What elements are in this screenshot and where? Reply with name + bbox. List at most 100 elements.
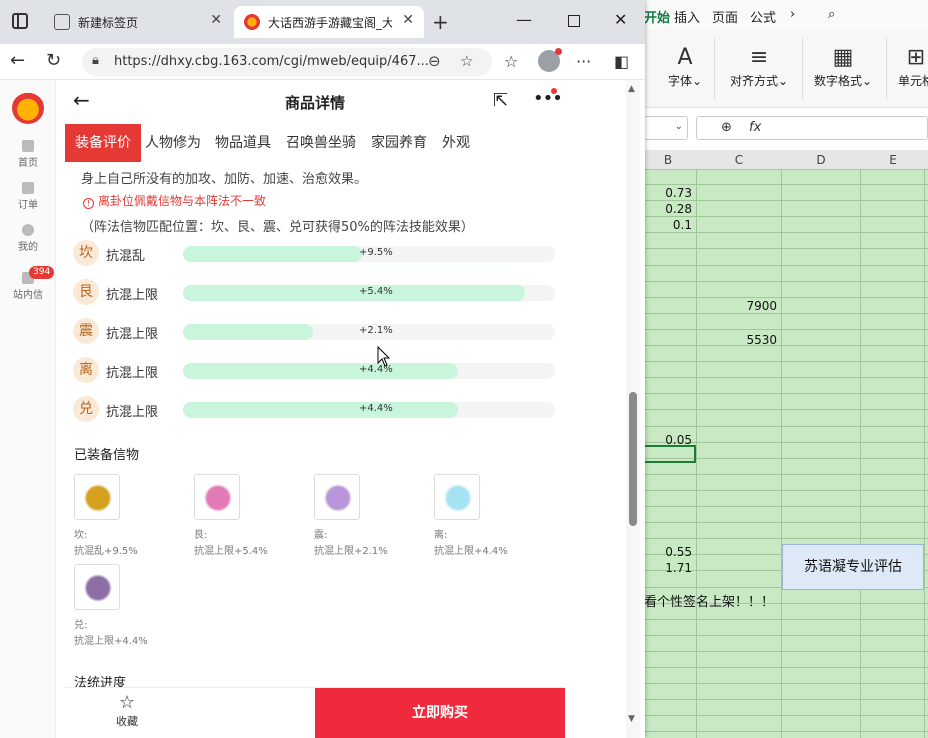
attribute-value: +5.4% (359, 286, 393, 297)
star-icon[interactable]: ☆ (460, 52, 473, 70)
scrollbar-thumb[interactable] (629, 392, 637, 526)
cell-note[interactable]: 看个性签名上架！！！ (644, 591, 774, 610)
more-icon[interactable]: ··· (576, 52, 591, 71)
tab-new-tab[interactable]: 新建标签页 ✕ (44, 6, 232, 38)
window-close-icon[interactable]: ✕ (614, 10, 627, 29)
rail-home[interactable]: 首页 (0, 140, 56, 169)
sidebar-icon[interactable]: ◧ (614, 52, 629, 71)
item-image[interactable] (194, 474, 240, 520)
search-icon[interactable]: ⌕ (828, 7, 835, 22)
scrollbar[interactable]: ▲ ▼ (626, 80, 640, 738)
logo-icon[interactable] (12, 92, 44, 124)
scroll-up-icon[interactable]: ▲ (628, 84, 635, 94)
attribute-name: 抗混上限 (106, 288, 159, 303)
tab-home[interactable]: 家园养育 (371, 124, 427, 162)
close-icon[interactable]: ✕ (402, 12, 414, 28)
font-group[interactable]: A 字体⌄ (668, 44, 702, 89)
tab-title: 新建标签页 (78, 16, 139, 30)
equipped-item[interactable]: 兑: 抗混上限+4.4% (74, 564, 194, 650)
item-image[interactable] (74, 564, 120, 610)
column-header-b[interactable]: B (640, 153, 696, 167)
new-tab-icon[interactable]: + (432, 10, 449, 34)
left-rail: 首页 订单 我的 站内信 394 (0, 80, 56, 738)
attribute-name: 抗混上限 (106, 366, 159, 381)
close-icon[interactable]: ✕ (210, 12, 222, 28)
column-header-e[interactable]: E (861, 153, 925, 167)
page-title: 商品详情 (284, 94, 345, 112)
gridline (640, 522, 928, 523)
favorites-icon[interactable]: ☆ (504, 52, 518, 71)
ribbon-separator (714, 38, 715, 100)
maximize-icon[interactable] (568, 15, 580, 27)
cell-c[interactable]: 7900 (697, 299, 777, 313)
zoom-icon[interactable]: ⊖ (428, 52, 441, 70)
share-icon[interactable]: ⇱ (493, 90, 508, 111)
tab-active[interactable]: 大话西游手游藏宝阁_大话 ✕ (234, 6, 424, 38)
tab-appearance[interactable]: 外观 (442, 124, 470, 162)
column-header-c[interactable]: C (697, 153, 781, 167)
gridline (640, 715, 928, 716)
selected-cell[interactable] (640, 445, 696, 463)
ribbon-tab-page[interactable]: 页面 (712, 7, 738, 26)
rail-mine[interactable]: 我的 (0, 224, 56, 253)
tab-character[interactable]: 人物修为 (145, 124, 201, 162)
cell-group[interactable]: ⊞单元格 (898, 44, 928, 89)
attribute-value: +2.1% (359, 325, 393, 336)
ribbon-separator (802, 38, 803, 100)
cell-b[interactable]: 0.28 (640, 202, 692, 216)
attribute-name: 抗混乱 (106, 249, 146, 264)
align-group[interactable]: ≡ 对齐方式⌄ (730, 44, 788, 89)
formula-bar: ⌄ ⊕ fx (640, 112, 928, 144)
number-group[interactable]: ▦ 数字格式⌄ (814, 44, 872, 89)
tab-pets[interactable]: 召唤兽坐骑 (286, 124, 356, 162)
excel-window: 开始 插入 页面 公式 › ⌕ A字体⌄ ≡对齐方式⌄ ▦数字格式⌄ ⊞单元格 … (640, 0, 928, 738)
tab-equipment-eval[interactable]: 装备评价 (65, 124, 141, 162)
favorite-button[interactable]: ☆ 收藏 (65, 688, 189, 738)
cell-b[interactable]: 0.55 (640, 545, 692, 559)
tab-items[interactable]: 物品道具 (215, 124, 271, 162)
item-position: 艮: (194, 530, 208, 541)
attribute-value: +4.4% (359, 403, 393, 414)
equipped-item[interactable]: 艮: 抗混上限+5.4% (194, 474, 314, 560)
cell-c[interactable]: 5530 (697, 333, 777, 347)
tab-title: 大话西游手游藏宝阁_大话 (268, 16, 392, 30)
tab-actions-icon[interactable] (12, 13, 28, 29)
profile-avatar[interactable] (538, 48, 562, 72)
item-image[interactable] (434, 474, 480, 520)
equipped-item[interactable]: 离: 抗混上限+4.4% (434, 474, 554, 560)
item-image[interactable] (74, 474, 120, 520)
tab-strip: 新建标签页 ✕ 大话西游手游藏宝阁_大话 ✕ + — ✕ (0, 0, 645, 44)
url-input[interactable]: 🔒︎ https://dhxy.cbg.163.com/cgi/mweb/equ… (82, 48, 492, 76)
gridline (640, 345, 928, 346)
evaluation-label[interactable]: 苏语凝专业评估 (782, 544, 924, 590)
warning-icon: ! (83, 198, 94, 209)
ribbon-tab-insert[interactable]: 插入 (674, 7, 700, 26)
site-favicon-icon (244, 14, 260, 30)
cell-b[interactable]: 1.71 (640, 561, 692, 575)
more-icon[interactable]: ••• (533, 88, 563, 109)
formula-input[interactable]: ⊕ fx (696, 116, 928, 140)
column-header-d[interactable]: D (782, 153, 860, 167)
item-image[interactable] (314, 474, 360, 520)
equipped-item[interactable]: 震: 抗混上限+2.1% (314, 474, 434, 560)
rail-orders[interactable]: 订单 (0, 182, 56, 211)
ribbon-tab-formulas[interactable]: 公式 (750, 7, 776, 26)
equipped-item[interactable]: 坎: 抗混乱+9.5% (74, 474, 194, 560)
gridline (640, 538, 928, 539)
ribbon-tab-home[interactable]: 开始 (644, 7, 670, 26)
gridline (640, 731, 928, 732)
cell-b[interactable]: 0.73 (640, 186, 692, 200)
attribute-name: 抗混上限 (106, 327, 159, 342)
scroll-down-icon[interactable]: ▼ (628, 714, 635, 724)
content-area[interactable]: 身上自己所没有的加攻、加防、加速、治愈效果。 ! 离卦位佩戴信物与本阵法不一致 （… (65, 164, 565, 688)
minimize-icon[interactable]: — (516, 10, 532, 29)
buy-now-button[interactable]: 立即购买 (315, 688, 565, 738)
name-box[interactable]: ⌄ (644, 116, 688, 140)
cell-b[interactable]: 0.1 (640, 218, 692, 232)
cell-icon: ⊞ (906, 45, 926, 70)
attribute-badge: 离 (73, 357, 99, 383)
ribbon-more-icon[interactable]: › (790, 7, 795, 22)
sheet-grid[interactable]: B C D E 0.73 0.28 0.1 7900 5530 0.05 0.5… (640, 150, 928, 738)
reload-icon[interactable]: ↻ (46, 50, 61, 71)
back-icon[interactable]: ← (10, 50, 25, 71)
